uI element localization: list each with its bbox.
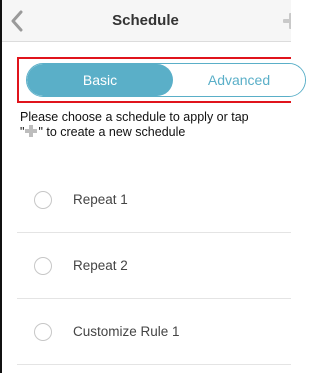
page-title: Schedule xyxy=(112,12,179,29)
instruction-line-2: " " to create a new schedule xyxy=(20,125,291,140)
schedule-label: Repeat 2 xyxy=(73,258,128,273)
radio-button[interactable] xyxy=(34,323,52,341)
instruction-line-1: Please choose a schedule to apply or tap xyxy=(20,110,249,124)
schedule-list: Repeat 1 Repeat 2 Customize Rule 1 xyxy=(17,167,291,365)
schedule-item-repeat-1[interactable]: Repeat 1 xyxy=(17,167,291,233)
schedule-label: Repeat 1 xyxy=(73,192,128,207)
schedule-item-repeat-2[interactable]: Repeat 2 xyxy=(17,233,291,299)
schedule-label: Customize Rule 1 xyxy=(73,324,180,339)
add-schedule-button[interactable] xyxy=(279,10,291,32)
radio-button[interactable] xyxy=(34,191,52,209)
plus-icon xyxy=(25,125,38,137)
instruction-line-2-text: " to create a new schedule xyxy=(38,125,186,139)
schedule-item-customize-rule-1[interactable]: Customize Rule 1 xyxy=(17,299,291,365)
nav-bar: Schedule xyxy=(0,0,291,42)
radio-button[interactable] xyxy=(34,257,52,275)
quote-open: " xyxy=(20,125,25,139)
instruction-text: Please choose a schedule to apply or tap… xyxy=(20,110,291,140)
screen-edge xyxy=(0,0,2,373)
tab-basic[interactable]: Basic xyxy=(27,64,173,96)
tab-advanced[interactable]: Advanced xyxy=(173,64,305,96)
schedule-mode-toggle: Basic Advanced xyxy=(26,63,306,97)
